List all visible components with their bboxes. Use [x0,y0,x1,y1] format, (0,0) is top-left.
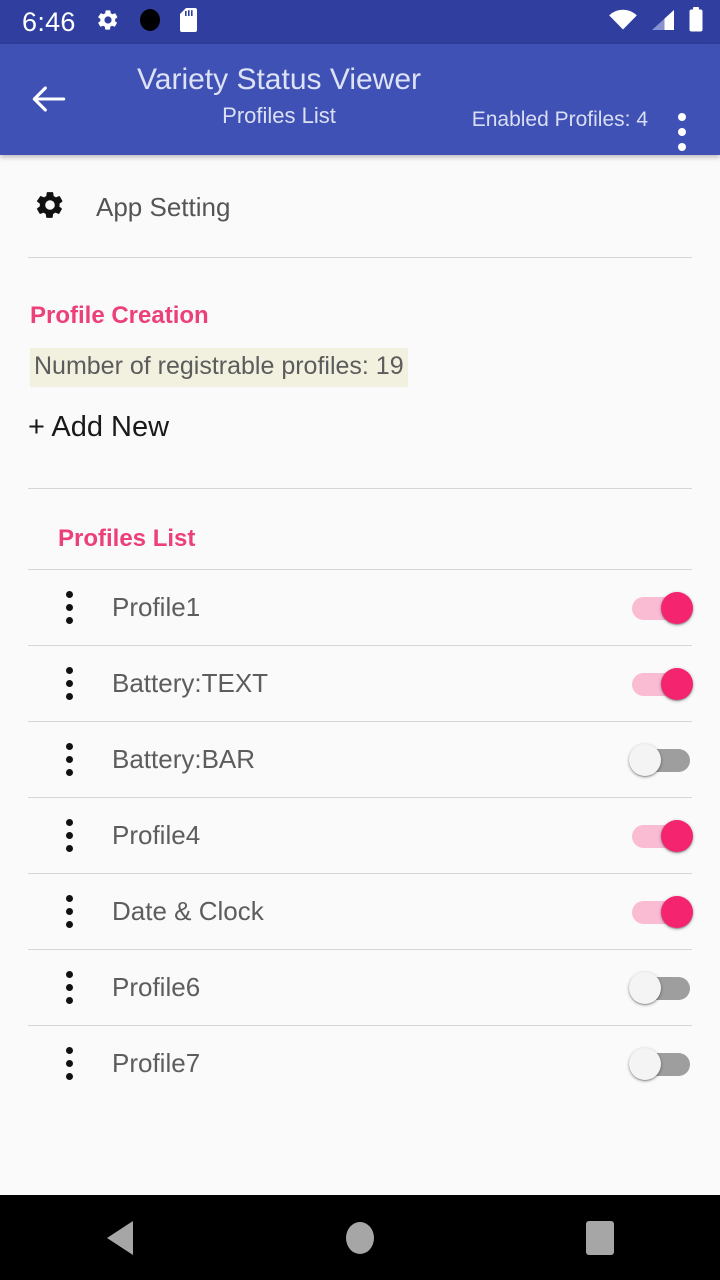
enabled-profiles-count: Enabled Profiles: 4 [471,108,648,131]
nav-back-icon [107,1220,133,1255]
overflow-dot [678,143,686,151]
sd-card-icon [179,7,200,37]
nav-recents-icon [586,1220,614,1255]
overflow-dot [65,769,73,776]
gear-icon [96,8,120,37]
row-overflow-icon[interactable] [56,586,82,630]
toggle-thumb [629,1047,661,1080]
overflow-dot [65,997,73,1004]
profile-row[interactable]: Profile4 [0,798,720,873]
overflow-dot [65,591,73,598]
profile-creation-title: Profile Creation [30,302,209,329]
row-overflow-icon[interactable] [56,966,82,1010]
app-setting-row[interactable]: App Setting [0,157,720,257]
profile-name: Battery:BAR [112,744,256,774]
overflow-dot [65,617,73,624]
overflow-dot [678,113,686,121]
overflow-dot [65,756,73,763]
overflow-menu-icon[interactable] [658,104,706,160]
profile-name: Profile1 [112,592,201,622]
cellular-signal-icon [650,8,676,37]
page-title: Variety Status Viewer [136,63,422,96]
profile-toggle[interactable] [630,815,693,857]
overflow-dot [65,845,73,852]
add-new-button[interactable]: + Add New [28,411,169,444]
profile-row[interactable]: Battery:TEXT [0,646,720,721]
overflow-dot [65,971,73,978]
status-bar-left-icons [96,7,200,37]
profile-toggle[interactable] [629,967,692,1009]
app-bar-titles: Variety Status Viewer Profiles List [104,60,454,132]
row-overflow-icon[interactable] [56,890,82,934]
nav-back-button[interactable] [0,1195,240,1280]
overflow-dot [65,984,73,991]
filled-circle-icon [138,8,162,37]
profile-toggle[interactable] [630,587,693,629]
gear-icon [34,189,66,226]
profile-name: Date & Clock [112,896,264,926]
toggle-thumb [661,895,693,928]
overflow-dot [65,908,73,915]
status-bar-clock: 6:46 [22,6,76,37]
navigation-bar [0,1195,720,1280]
profile-row[interactable]: Battery:BAR [0,722,720,797]
profile-name: Profile6 [112,972,201,1002]
status-bar-right-icons [608,6,704,38]
profile-name: Profile4 [112,820,201,850]
overflow-dot [65,743,73,750]
overflow-dot [65,604,73,611]
overflow-dot [65,693,73,700]
overflow-dot [65,1047,73,1054]
toggle-thumb [661,819,693,852]
back-arrow-icon [27,77,71,126]
nav-recents-button[interactable] [480,1195,720,1280]
overflow-dot [65,921,73,928]
row-overflow-icon[interactable] [56,814,82,858]
nav-home-button[interactable] [240,1195,480,1280]
phone-screen: 6:46 Variety Status Viewer Profiles List… [0,0,720,1280]
toggle-thumb [629,971,661,1004]
profile-toggle[interactable] [629,739,692,781]
back-button[interactable] [22,74,76,128]
overflow-dot [65,1060,73,1067]
profile-toggle[interactable] [630,663,693,705]
profile-name: Battery:TEXT [112,668,269,698]
profile-toggle[interactable] [630,891,693,933]
registrable-profiles-text: Number of registrable profiles: 19 [30,348,408,387]
profile-toggle[interactable] [629,1043,692,1085]
toggle-thumb [661,591,693,624]
row-overflow-icon[interactable] [56,1042,82,1086]
content-area: App Setting Profile Creation Number of r… [0,157,720,1195]
battery-icon [688,6,704,38]
profile-name: Profile7 [112,1048,201,1078]
profile-row[interactable]: Profile6 [0,950,720,1025]
page-subtitle: Profiles List [222,103,336,128]
app-bar: Variety Status Viewer Profiles List Enab… [0,44,720,155]
overflow-dot [65,1073,73,1080]
overflow-dot [65,819,73,826]
profiles-list-section: Profiles List Profile1 Battery:TEXT Batt… [0,489,720,1101]
toggle-thumb [661,667,693,700]
overflow-dot [678,128,686,136]
profile-row[interactable]: Profile7 [0,1026,720,1101]
profile-creation-section: Profile Creation Number of registrable p… [0,258,720,488]
profile-row[interactable]: Profile1 [0,570,720,645]
profiles-list-title: Profiles List [58,525,196,552]
status-bar: 6:46 [0,0,720,44]
nav-home-icon [346,1221,374,1254]
overflow-dot [65,680,73,687]
app-setting-label: App Setting [96,191,231,222]
row-overflow-icon[interactable] [56,662,82,706]
wifi-icon [608,8,638,37]
profile-row[interactable]: Date & Clock [0,874,720,949]
toggle-thumb [629,743,661,776]
overflow-dot [65,667,73,674]
overflow-dot [65,832,73,839]
row-overflow-icon[interactable] [56,738,82,782]
overflow-dot [65,895,73,902]
